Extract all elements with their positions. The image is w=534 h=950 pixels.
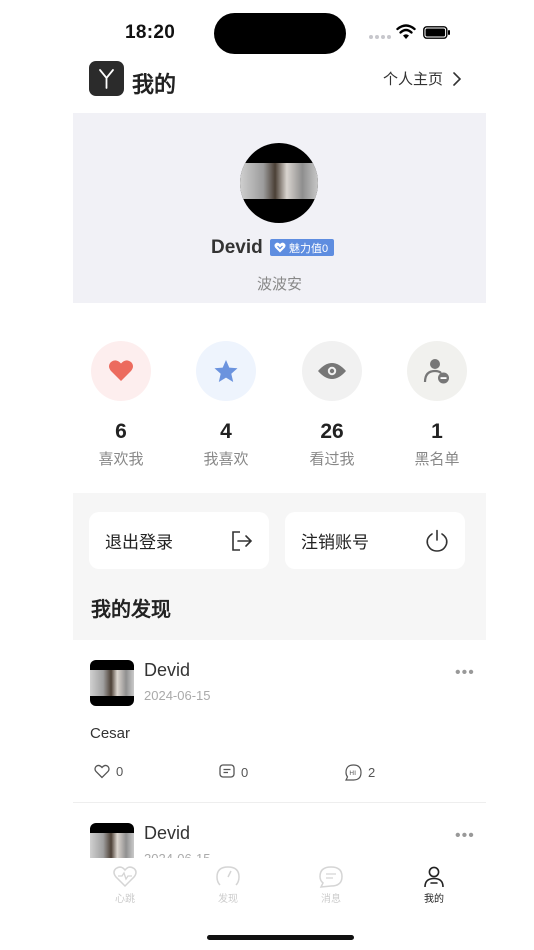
dynamic-island — [214, 13, 346, 54]
star-icon — [214, 359, 238, 382]
tab-label: 我的 — [424, 894, 444, 905]
heartbeat-icon — [113, 866, 137, 888]
comment-button[interactable]: 0 — [219, 764, 248, 780]
charm-badge: 魅力值0 — [270, 239, 335, 256]
tab-discover[interactable]: 发现 — [198, 866, 258, 905]
stat-icon-bg — [302, 341, 362, 401]
stat-label: 喜欢我 — [98, 451, 144, 468]
section-title: 我的发现 — [91, 599, 171, 621]
post-text: Cesar — [90, 725, 131, 742]
tab-label: 消息 — [321, 894, 341, 905]
stat-label: 看过我 — [309, 451, 355, 468]
wifi-icon — [396, 24, 416, 39]
tab-label: 心跳 — [115, 894, 135, 905]
top-nav: 我的 个人主页 — [0, 60, 534, 100]
hi-bubble-icon: HI — [345, 764, 362, 781]
svg-text:HI: HI — [349, 769, 356, 777]
post-author: Devid — [144, 660, 191, 680]
delete-account-button[interactable]: 注销账号 — [285, 512, 465, 569]
logout-icon — [232, 530, 253, 551]
user-subtitle: 波波安 — [256, 276, 302, 293]
post-date: 2024-06-15 — [144, 851, 211, 858]
page-title: 我的 — [132, 72, 177, 97]
stat-count: 6 — [115, 420, 127, 443]
stat-viewed-me[interactable]: 26 看过我 — [292, 341, 372, 469]
logo-y-icon — [99, 69, 114, 89]
comment-icon — [219, 764, 235, 778]
personal-homepage-label: 个人主页 — [383, 71, 444, 88]
post-date: 2024-06-15 — [144, 688, 211, 703]
heart-badge-icon — [274, 242, 286, 253]
avatar-photo — [240, 163, 318, 199]
home-indicator — [207, 935, 354, 940]
personal-homepage-link[interactable]: 个人主页 — [383, 68, 462, 89]
app-logo — [89, 61, 124, 96]
status-bar: 18:20 — [0, 0, 534, 60]
greet-count: 2 — [368, 765, 376, 780]
stat-count: 26 — [320, 420, 344, 443]
account-actions: 退出登录 注销账号 我的发现 — [73, 493, 486, 640]
like-button[interactable]: 0 — [94, 764, 123, 779]
compass-icon — [216, 866, 240, 886]
post-author: Devid — [144, 823, 191, 843]
message-icon — [319, 866, 343, 888]
chevron-right-icon — [453, 71, 462, 86]
person-icon — [424, 866, 444, 888]
stat-count: 1 — [431, 420, 443, 443]
user-name: Devid — [211, 237, 263, 258]
stat-icon-bg — [407, 341, 467, 401]
logout-button[interactable]: 退出登录 — [89, 512, 269, 569]
logout-label: 退出登录 — [105, 533, 173, 552]
heart-outline-icon — [94, 764, 110, 779]
charm-badge-label: 魅力值0 — [289, 242, 329, 255]
tab-label: 发现 — [218, 894, 238, 905]
post-card[interactable]: Devid 2024-06-15 ••• Cesar 0 0 HI 2 — [73, 640, 486, 802]
stat-blacklist[interactable]: 1 黑名单 — [397, 341, 477, 469]
avatar[interactable] — [240, 143, 318, 223]
post-avatar[interactable] — [90, 823, 134, 858]
post-avatar[interactable] — [90, 660, 134, 706]
heart-icon — [109, 360, 133, 381]
greet-button[interactable]: HI 2 — [345, 764, 375, 781]
more-options-icon[interactable]: ••• — [455, 664, 475, 682]
eye-icon — [318, 363, 346, 379]
comment-count: 0 — [241, 764, 249, 780]
status-time: 18:20 — [125, 22, 176, 43]
stat-i-like[interactable]: 4 我喜欢 — [186, 341, 266, 469]
more-options-icon[interactable]: ••• — [455, 827, 475, 845]
stat-likes-me[interactable]: 6 喜欢我 — [81, 341, 161, 469]
power-icon — [426, 529, 448, 552]
like-count: 0 — [116, 764, 124, 779]
post-card[interactable]: Devid 2024-06-15 ••• — [73, 803, 486, 858]
stat-icon-bg — [91, 341, 151, 401]
stat-icon-bg — [196, 341, 256, 401]
delete-account-label: 注销账号 — [301, 533, 369, 552]
profile-card: Devid 魅力值0 波波安 — [73, 113, 486, 303]
user-block-icon — [423, 359, 449, 384]
stats-row: 6 喜欢我 4 我喜欢 26 看过我 1 黑名单 — [73, 321, 486, 493]
tab-mine[interactable]: 我的 — [404, 866, 464, 905]
signal-icon — [369, 35, 391, 39]
tab-messages[interactable]: 消息 — [301, 866, 361, 905]
stat-count: 4 — [220, 420, 232, 443]
battery-icon — [423, 26, 450, 39]
stat-label: 我喜欢 — [203, 451, 249, 468]
tab-heartbeat[interactable]: 心跳 — [95, 866, 155, 905]
stat-label: 黑名单 — [414, 451, 460, 468]
